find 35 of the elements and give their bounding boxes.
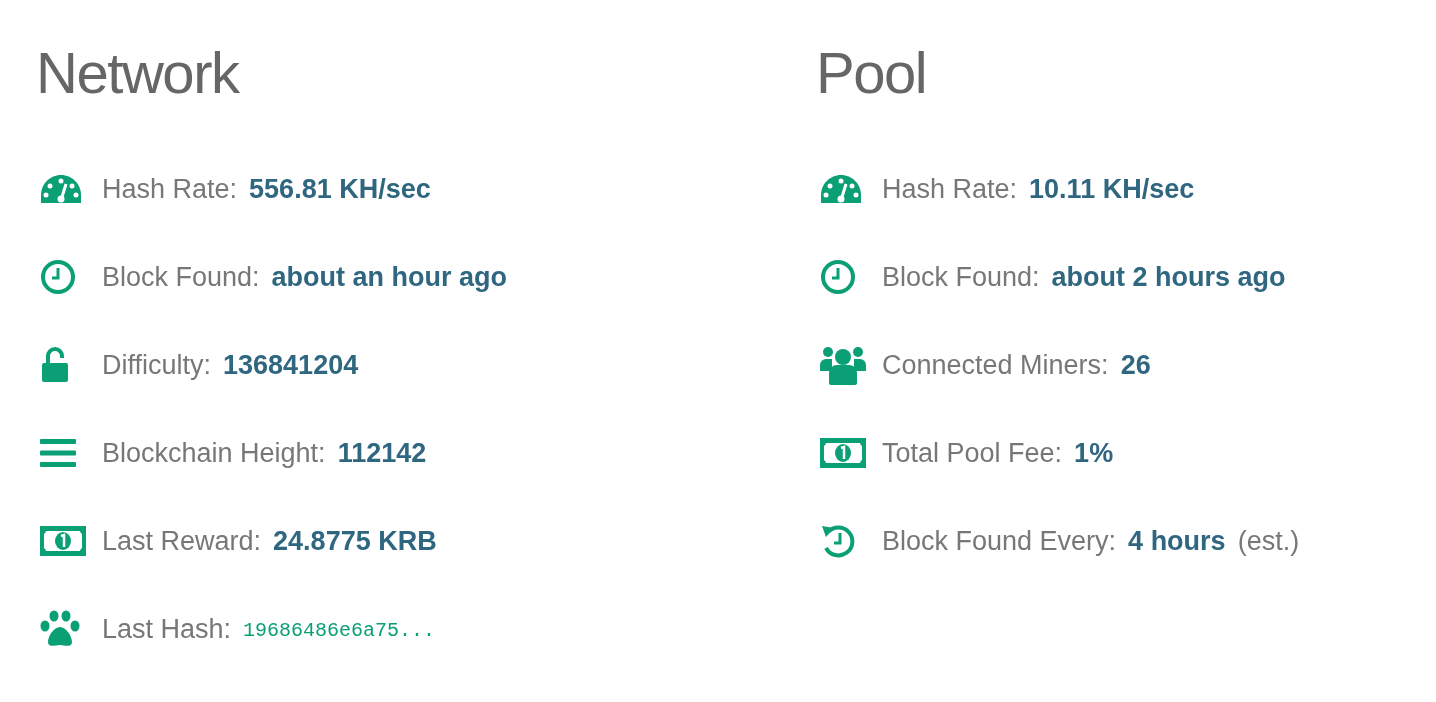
stat-value: 10.11 KH/sec bbox=[1029, 172, 1195, 206]
stat-value: 4 hours bbox=[1128, 524, 1226, 558]
stat-value: about 2 hours ago bbox=[1051, 260, 1286, 294]
section-title: Pool bbox=[816, 39, 927, 107]
stat-value: 1% bbox=[1074, 436, 1114, 470]
stat-value: 112142 bbox=[337, 436, 427, 470]
stat-label: Difficulty: bbox=[102, 348, 212, 382]
stat-label: Blockchain Height: bbox=[102, 436, 326, 470]
menu-icon bbox=[40, 438, 76, 468]
stat-label: Block Found Every: bbox=[882, 524, 1117, 558]
banknote-icon bbox=[40, 526, 86, 556]
clock-icon bbox=[40, 259, 76, 295]
stat-value: 136841204 bbox=[223, 348, 359, 382]
stat-value: about an hour ago bbox=[271, 260, 508, 294]
group-of-people-icon bbox=[820, 345, 866, 385]
stat-value: 19686486e6a75... bbox=[243, 618, 436, 644]
stat-label: Hash Rate: bbox=[882, 172, 1018, 206]
stat-label: Block Found: bbox=[102, 260, 260, 294]
stat-value: 26 bbox=[1120, 348, 1151, 382]
gauge-icon bbox=[40, 173, 82, 205]
stat-label: Last Reward: bbox=[102, 524, 262, 558]
stat-label: Last Hash: bbox=[102, 612, 232, 646]
section-title: Network bbox=[36, 39, 239, 107]
stat-label: Hash Rate: bbox=[102, 172, 238, 206]
paw-print-icon bbox=[40, 610, 80, 648]
banknote-icon bbox=[820, 438, 866, 468]
gauge-icon bbox=[820, 173, 862, 205]
stat-label: Block Found: bbox=[882, 260, 1040, 294]
stat-value: 24.8775 KRB bbox=[273, 524, 437, 558]
stat-label: Total Pool Fee: bbox=[882, 436, 1063, 470]
stat-label: Connected Miners: bbox=[882, 348, 1109, 382]
estimate-note: (est.) bbox=[1237, 524, 1300, 558]
clock-icon bbox=[820, 259, 856, 295]
unlocked-padlock-icon bbox=[40, 346, 70, 384]
stat-value: 556.81 KH/sec bbox=[249, 172, 431, 206]
